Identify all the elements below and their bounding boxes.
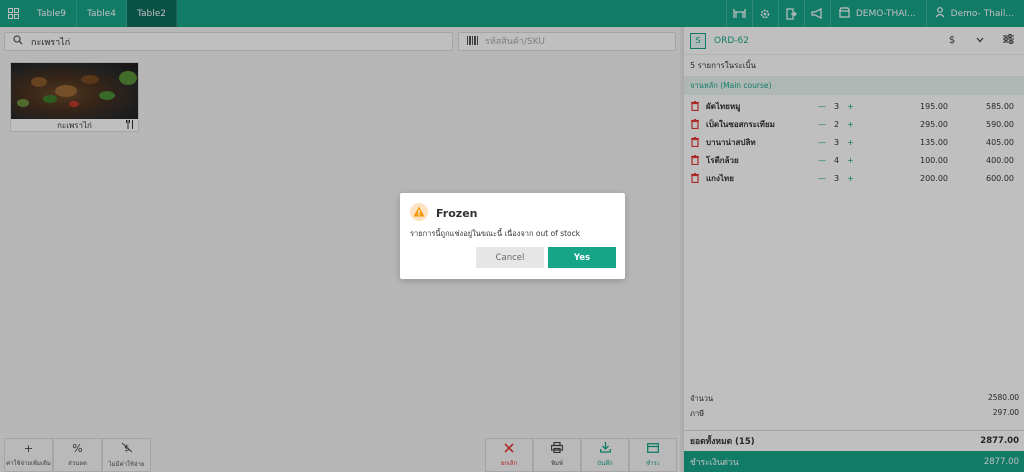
warning-icon	[410, 203, 428, 224]
yes-button[interactable]: Yes	[548, 247, 616, 268]
cancel-button[interactable]: Cancel	[476, 247, 544, 268]
frozen-dialog: Frozen รายการนี้ถูกแช่งอยู่ในขณะนี้ เนื่…	[400, 193, 625, 279]
dialog-message: รายการนี้ถูกแช่งอยู่ในขณะนี้ เนื่องจาก o…	[410, 229, 581, 238]
dialog-title: Frozen	[436, 207, 478, 220]
